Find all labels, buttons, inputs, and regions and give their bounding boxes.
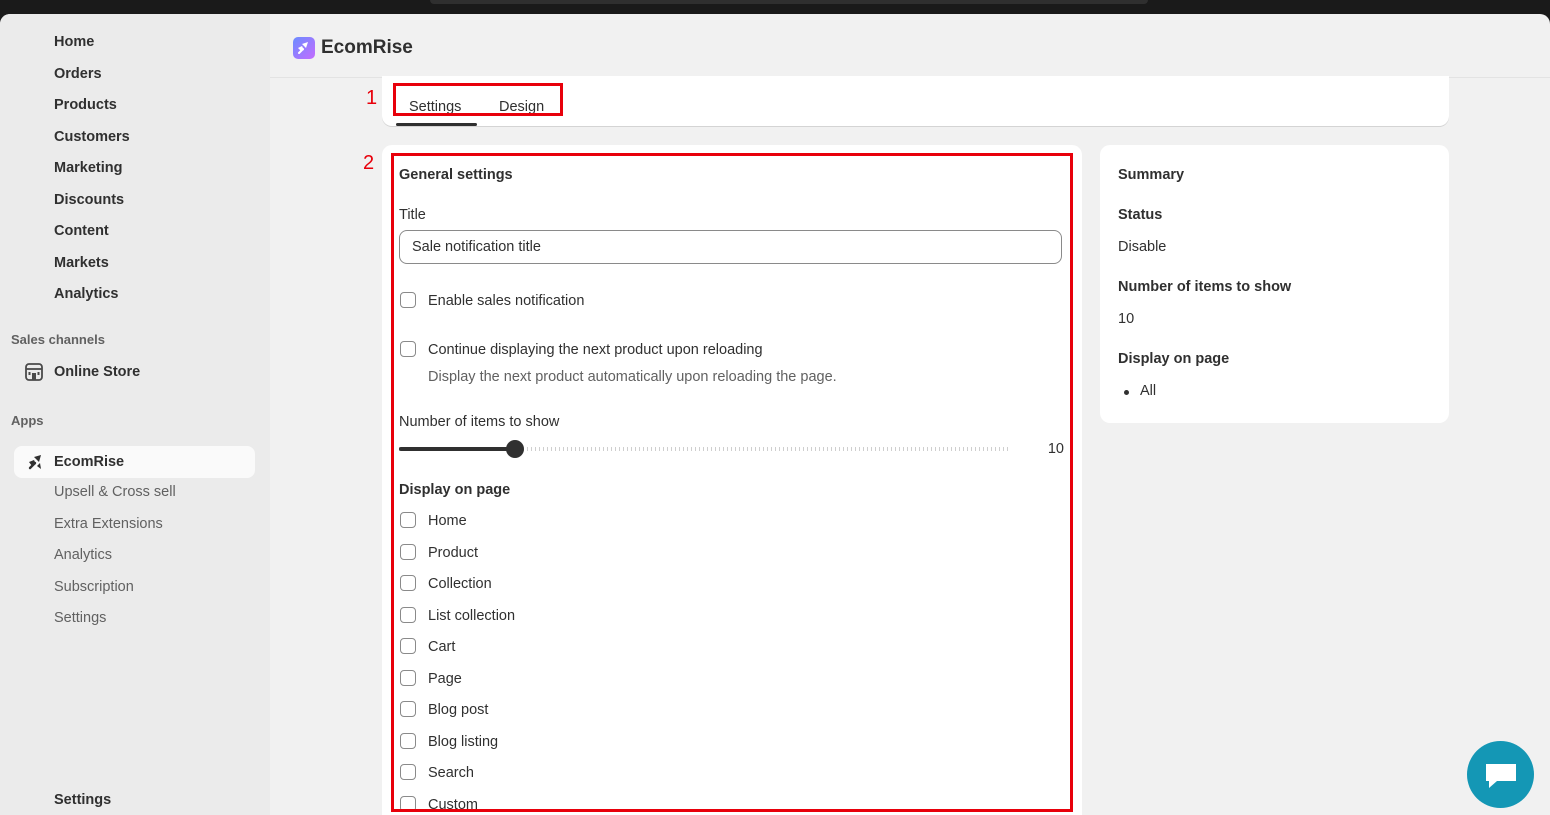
- summary-card: Summary Status Disable Number of items t…: [1100, 145, 1449, 423]
- nav-orders[interactable]: Orders: [54, 66, 102, 82]
- sales-channels-heading: Sales channels: [11, 332, 105, 347]
- nav-markets[interactable]: Markets: [54, 255, 109, 271]
- app-sub-analytics[interactable]: Analytics: [54, 547, 112, 563]
- apps-heading: Apps: [11, 413, 44, 428]
- app-ecomrise-label: EcomRise: [54, 454, 125, 470]
- nav-home[interactable]: Home: [54, 34, 94, 50]
- summary-display-value: All: [1140, 383, 1157, 399]
- annotation-box-tabs: [393, 83, 563, 116]
- browser-top-bar: [0, 0, 1550, 14]
- chat-icon: [1485, 763, 1516, 788]
- summary-status-label: Status: [1118, 207, 1163, 223]
- app-sub-settings[interactable]: Settings: [54, 610, 106, 626]
- chat-button[interactable]: [1467, 741, 1534, 808]
- nav-content[interactable]: Content: [54, 223, 109, 239]
- nav-products[interactable]: Products: [54, 97, 117, 113]
- rocket-icon: [28, 455, 41, 470]
- summary-heading: Summary: [1118, 167, 1185, 183]
- app-title: EcomRise: [293, 37, 413, 59]
- online-store-item[interactable]: Online Store: [24, 362, 140, 382]
- nav-customers[interactable]: Customers: [54, 129, 130, 145]
- nav-analytics[interactable]: Analytics: [54, 286, 118, 302]
- summary-status-value: Disable: [1118, 239, 1167, 255]
- app-ecomrise-item[interactable]: EcomRise: [14, 446, 255, 478]
- store-icon: [25, 363, 43, 381]
- annotation-number-1: 1: [366, 87, 378, 109]
- admin-shell: Home Orders Products Customers Marketing…: [0, 14, 1550, 815]
- nav-settings[interactable]: Settings: [54, 792, 111, 808]
- summary-items-label: Number of items to show: [1118, 279, 1292, 295]
- active-tab-indicator: [396, 123, 477, 126]
- summary-items-value: 10: [1118, 311, 1135, 327]
- annotation-number-2: 2: [363, 152, 375, 174]
- nav-marketing[interactable]: Marketing: [54, 160, 123, 176]
- annotation-box-settings: [391, 153, 1073, 812]
- summary-display-label: Display on page: [1118, 351, 1230, 367]
- summary-display-bullet: [1124, 390, 1129, 395]
- app-title-text: EcomRise: [321, 37, 413, 58]
- app-logo-icon: [293, 37, 315, 59]
- app-sub-upsell[interactable]: Upsell & Cross sell: [54, 484, 176, 500]
- app-sub-subscription[interactable]: Subscription: [54, 579, 134, 595]
- online-store-label: Online Store: [54, 364, 141, 380]
- sidebar: Home Orders Products Customers Marketing…: [0, 14, 270, 815]
- nav-discounts[interactable]: Discounts: [54, 192, 124, 208]
- app-sub-extensions[interactable]: Extra Extensions: [54, 516, 163, 532]
